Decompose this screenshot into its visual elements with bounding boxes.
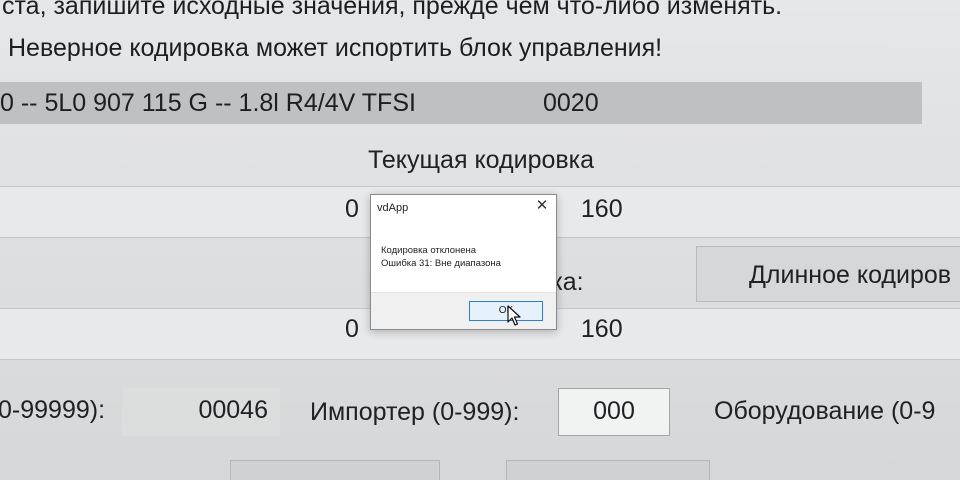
dialog-title: vdApp xyxy=(377,202,409,214)
close-icon[interactable]: ✕ xyxy=(534,198,550,214)
workshop-code-label: 0-99999): xyxy=(0,396,106,424)
bottom-button-right[interactable] xyxy=(506,460,710,480)
bottom-button-left[interactable] xyxy=(230,460,440,480)
equipment-label: Оборудование (0-9 xyxy=(714,397,936,425)
dialog-message-line-2: Ошибка 31: Вне диапазона xyxy=(381,258,501,269)
error-dialog: vdApp ✕ Кодировка отклонена Ошибка 31: В… xyxy=(370,194,557,330)
ecu-part-number: 0 -- 5L0 907 115 G -- 1.8l R4/4V TFSI xyxy=(0,89,416,117)
dialog-message-line-1: Кодировка отклонена xyxy=(381,245,477,256)
current-coding-prefix: 0 xyxy=(345,195,359,223)
workshop-code-field[interactable]: 00046 xyxy=(122,388,280,436)
warning-line-2: Неверное кодировка может испортить блок … xyxy=(8,34,663,62)
dialog-footer: OK xyxy=(371,292,556,329)
dialog-message: Кодировка отклонена Ошибка 31: Вне диапа… xyxy=(381,244,501,270)
warning-line-1: ста, запишите исходные значения, прежде … xyxy=(2,0,783,20)
long-coding-button[interactable]: Длинное кодиров xyxy=(696,246,960,302)
importer-label: Импортер (0-999): xyxy=(310,398,520,426)
new-coding-prefix: 0 xyxy=(345,315,359,343)
ecu-software-code: 0020 xyxy=(543,89,599,117)
new-coding-suffix: 160 xyxy=(580,315,623,343)
current-coding-title: Текущая кодировка xyxy=(368,146,595,174)
ecu-identification-bar: 0 -- 5L0 907 115 G -- 1.8l R4/4V TFSI 00… xyxy=(0,82,922,124)
current-coding-suffix: 160 xyxy=(580,195,623,223)
importer-field[interactable]: 000 xyxy=(558,388,670,436)
app-screen: ста, запишите исходные значения, прежде … xyxy=(0,0,960,480)
mouse-cursor-icon xyxy=(507,305,521,326)
